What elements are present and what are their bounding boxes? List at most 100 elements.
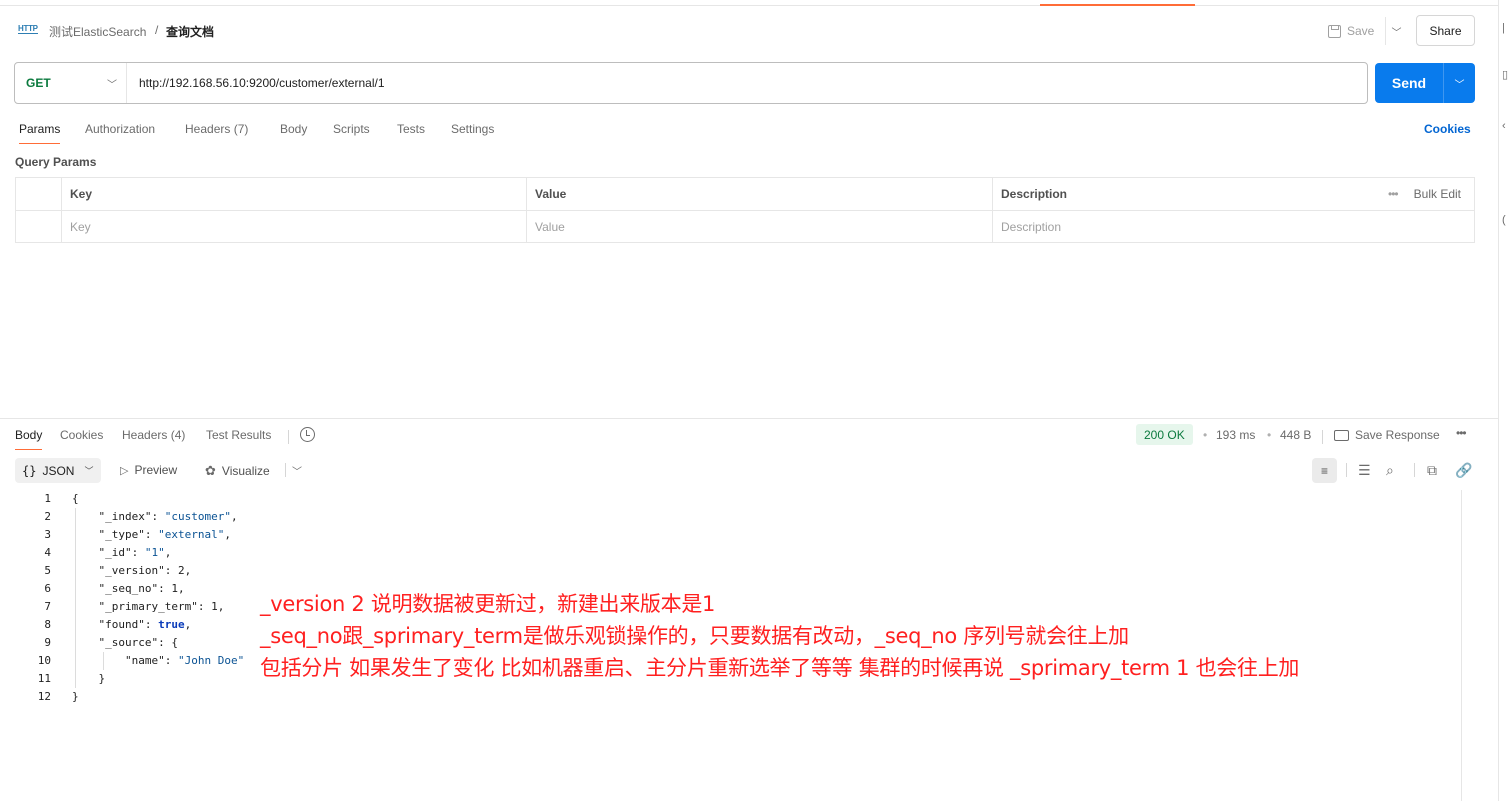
json-key: "name"	[124, 654, 165, 667]
json-key: "found"	[98, 618, 145, 631]
response-tab-test-results[interactable]: Test Results	[206, 428, 271, 442]
line-number: 11	[37, 672, 51, 685]
send-options-chevron-icon[interactable]: ﹀	[1443, 63, 1475, 103]
code-text: }	[72, 690, 79, 703]
breadcrumb-request-name[interactable]: 查询文档	[166, 23, 214, 40]
tab-tests[interactable]: Tests	[397, 122, 425, 136]
more-options-icon[interactable]: •••	[1388, 187, 1399, 201]
separator-dot: •	[1203, 428, 1208, 442]
response-time[interactable]: 193 ms	[1216, 428, 1255, 442]
line-number: 3	[44, 528, 51, 541]
table-row: Key Value Description	[15, 210, 1475, 243]
code-text: "_seq_no": 1,	[98, 582, 185, 595]
cookies-link[interactable]: Cookies	[1424, 122, 1471, 136]
rail-icon[interactable]: ▯	[1502, 68, 1508, 81]
history-icon[interactable]	[300, 427, 315, 442]
bulk-edit-label: Bulk Edit	[1413, 187, 1461, 201]
row-checkbox[interactable]	[15, 210, 62, 243]
response-divider[interactable]	[0, 418, 1498, 419]
json-key: "_id"	[98, 546, 132, 559]
tab-scripts[interactable]: Scripts	[333, 122, 370, 136]
http-icon: HTTP	[18, 24, 38, 34]
filter-icon[interactable]: ☰	[1358, 462, 1371, 479]
wrap-lines-icon: ≡	[1320, 463, 1328, 478]
editor-scrollbar[interactable]	[1461, 490, 1462, 801]
bulk-edit-button[interactable]: ••• Bulk Edit	[1388, 187, 1474, 201]
response-size[interactable]: 448 B	[1280, 428, 1311, 442]
rail-icon[interactable]: (	[1502, 214, 1506, 226]
divider	[288, 430, 289, 444]
send-button[interactable]: Send	[1375, 63, 1443, 103]
search-icon[interactable]: ⌕	[1386, 462, 1394, 479]
save-button[interactable]: Save	[1326, 17, 1384, 45]
line-number: 6	[44, 582, 51, 595]
code-line: 3 "_type": "external",	[0, 526, 1460, 544]
visualize-label: Visualize	[221, 464, 270, 478]
more-options-icon[interactable]: •••	[1456, 426, 1467, 440]
code-text: "_index": "customer",	[98, 510, 238, 523]
json-key: "_index"	[98, 510, 152, 523]
annotation-text: _version 2 说明数据被更新过，新建出来版本是1	[260, 592, 716, 616]
rail-icon[interactable]: |	[1502, 22, 1505, 34]
save-response-button[interactable]: Save Response	[1334, 428, 1440, 442]
line-number: 9	[44, 636, 51, 649]
url-bar: GET ﹀	[14, 62, 1368, 104]
json-value: 1	[211, 600, 218, 613]
share-button[interactable]: Share	[1416, 15, 1475, 46]
line-number: 5	[44, 564, 51, 577]
tab-params[interactable]: Params	[19, 122, 61, 144]
format-label: JSON	[42, 463, 75, 478]
query-params-table: Key Value Description ••• Bulk Edit Key V…	[15, 177, 1475, 243]
value-input[interactable]: Value	[526, 210, 993, 243]
format-select[interactable]: {} JSON ﹀	[15, 458, 101, 483]
column-description: Description ••• Bulk Edit	[992, 177, 1475, 211]
table-header-row: Key Value Description ••• Bulk Edit	[15, 177, 1475, 211]
response-tabs: Body Cookies Headers (4) Test Results 20…	[0, 424, 1498, 452]
divider	[1322, 430, 1323, 444]
column-value: Value	[526, 177, 993, 211]
save-options-chevron-icon[interactable]: ﹀	[1385, 17, 1407, 45]
json-value: true	[158, 618, 185, 631]
line-number: 10	[37, 654, 51, 667]
response-tab-cookies[interactable]: Cookies	[60, 428, 103, 442]
right-sidebar[interactable]: | ▯ ‹ (	[1498, 0, 1510, 801]
line-number: 12	[37, 690, 51, 703]
preview-button[interactable]: ▷ Preview	[120, 463, 177, 477]
line-number: 1	[44, 492, 51, 505]
separator-dot: •	[1267, 428, 1272, 442]
json-key: "_type"	[98, 528, 145, 541]
visualize-options-chevron-icon[interactable]: ﹀	[292, 463, 302, 478]
code-line: 5 "_version": 2,	[0, 562, 1460, 580]
response-tab-headers-count: (4)	[170, 428, 186, 442]
link-icon[interactable]: 🔗	[1455, 462, 1472, 479]
line-number: 2	[44, 510, 51, 523]
tab-headers[interactable]: Headers (7)	[185, 122, 248, 136]
json-value: "1"	[144, 546, 165, 559]
visualize-button[interactable]: ✿ Visualize	[205, 463, 270, 479]
request-tabs: Params Authorization Headers (7) Body Sc…	[0, 119, 1498, 145]
column-key: Key	[61, 177, 527, 211]
divider	[1414, 463, 1415, 477]
breadcrumb-collection[interactable]: 测试ElasticSearch	[49, 23, 146, 40]
annotation-text: _seq_no跟_sprimary_term是做乐观锁操作的，只要数据有改动，_…	[260, 624, 1129, 648]
method-select[interactable]: GET ﹀	[15, 63, 127, 103]
copy-icon[interactable]: ⧉	[1427, 462, 1437, 479]
code-text: "found": true,	[98, 618, 192, 631]
braces-icon: {}	[22, 463, 37, 478]
tab-body[interactable]: Body	[280, 122, 307, 136]
active-tab-accent	[1040, 4, 1195, 6]
save-icon	[1328, 24, 1341, 38]
wrap-lines-button[interactable]: ≡	[1312, 458, 1337, 483]
url-input[interactable]	[139, 63, 1359, 103]
description-input[interactable]: Description	[992, 210, 1475, 243]
chevron-down-icon: ﹀	[107, 80, 117, 91]
method-label: GET	[26, 76, 51, 90]
response-tab-body[interactable]: Body	[15, 428, 43, 450]
divider	[1346, 463, 1347, 477]
response-tab-headers[interactable]: Headers (4)	[122, 428, 185, 442]
rail-icon[interactable]: ‹	[1502, 120, 1506, 132]
tab-authorization[interactable]: Authorization	[85, 122, 155, 136]
key-input[interactable]: Key	[61, 210, 527, 243]
json-key: "_primary_term"	[98, 600, 198, 613]
tab-settings[interactable]: Settings	[451, 122, 494, 136]
